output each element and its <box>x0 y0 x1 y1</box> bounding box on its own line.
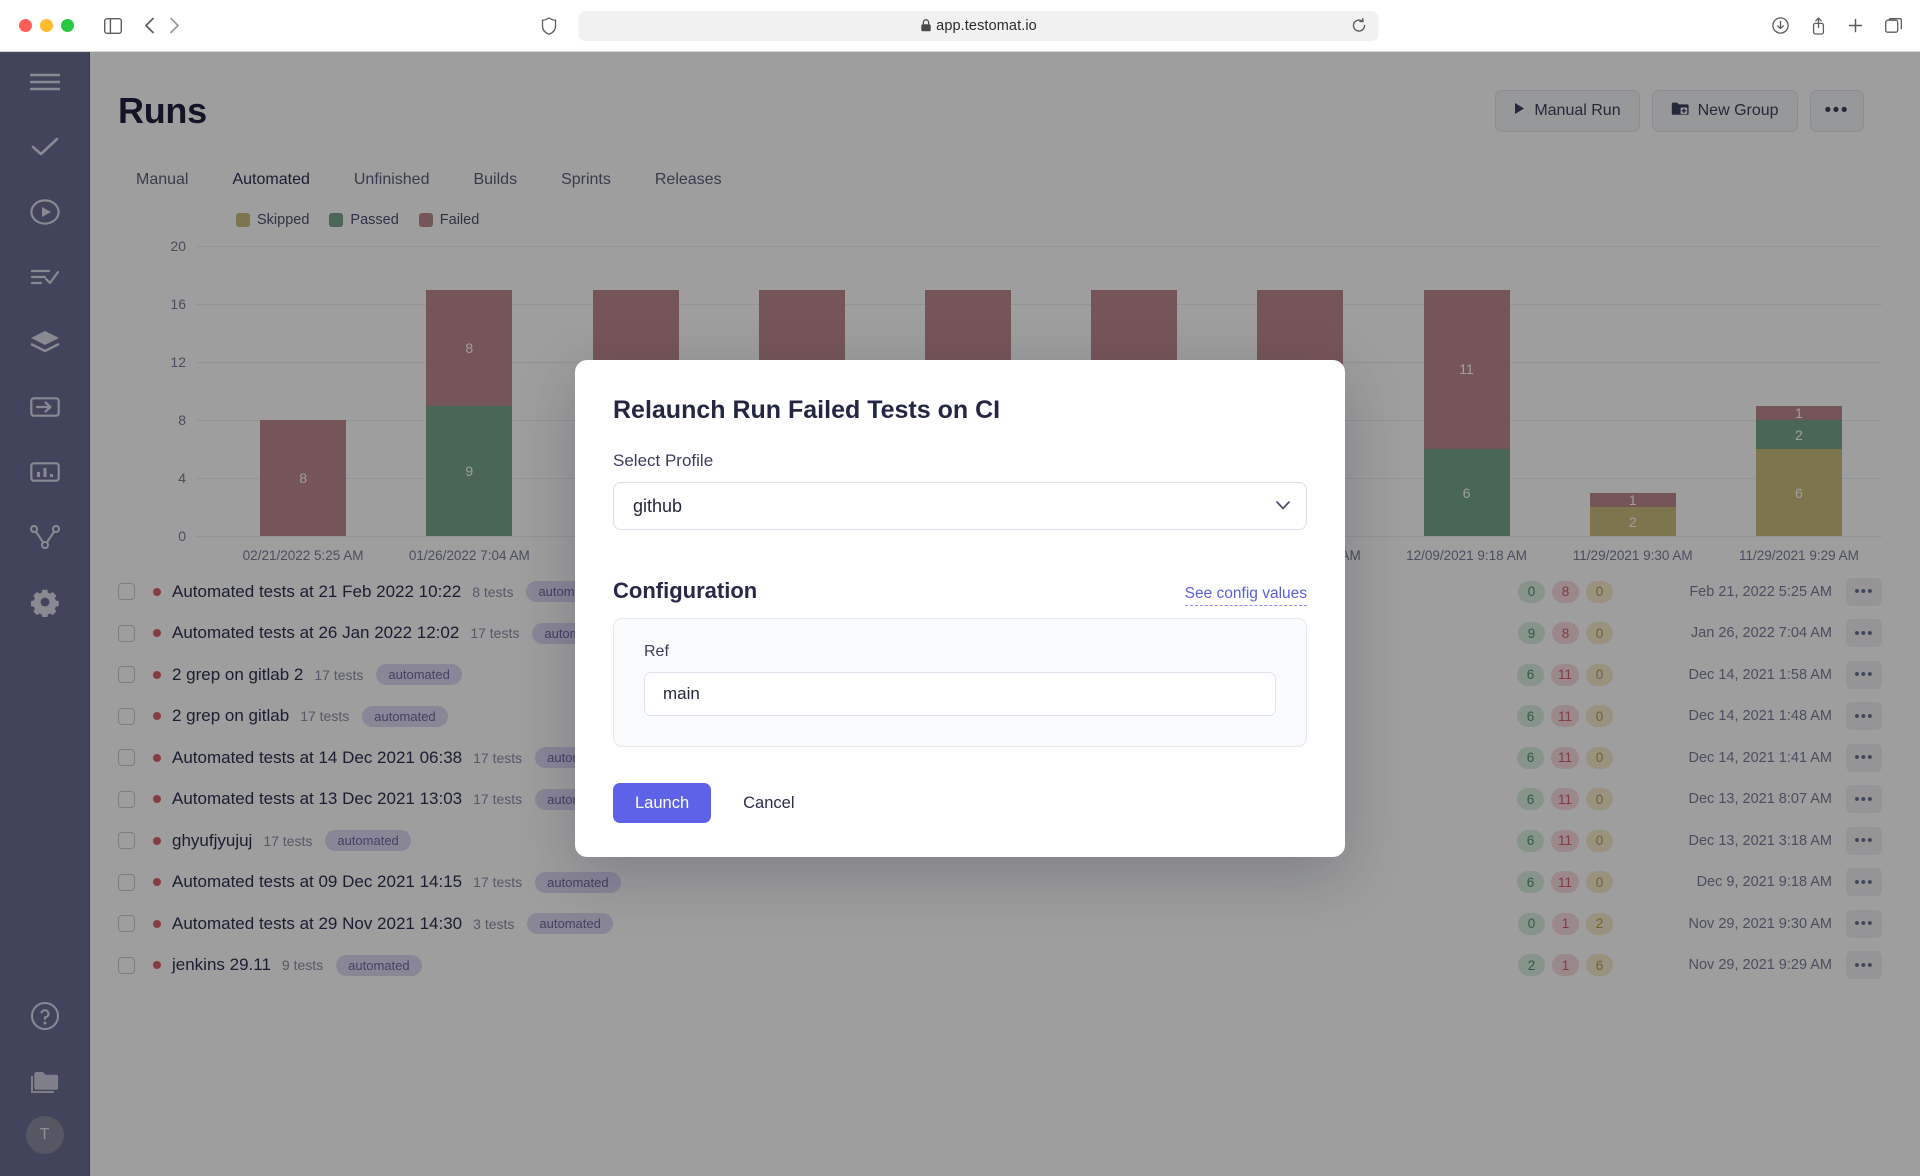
new-tab-icon[interactable] <box>1848 18 1863 33</box>
window-traffic-lights[interactable] <box>19 19 74 32</box>
configuration-header: Configuration See config values <box>613 578 1307 606</box>
maximize-window-button[interactable] <box>61 19 74 32</box>
shield-icon[interactable] <box>542 17 557 35</box>
tabs-overview-icon[interactable] <box>1885 18 1902 33</box>
cancel-button[interactable]: Cancel <box>721 783 816 823</box>
forward-icon[interactable] <box>169 17 180 34</box>
launch-button[interactable]: Launch <box>613 783 711 823</box>
profile-label: Select Profile <box>613 451 1307 471</box>
browser-chrome: app.testomat.io <box>0 0 1920 52</box>
back-icon[interactable] <box>144 17 155 34</box>
reload-icon[interactable] <box>1352 18 1367 33</box>
downloads-icon[interactable] <box>1772 17 1789 34</box>
share-icon[interactable] <box>1811 17 1826 35</box>
modal-title: Relaunch Run Failed Tests on CI <box>613 396 1307 425</box>
modal-actions: Launch Cancel <box>613 783 1307 823</box>
sidebar-toggle-icon[interactable] <box>104 18 122 34</box>
ref-input[interactable] <box>644 672 1276 716</box>
address-bar[interactable]: app.testomat.io <box>579 11 1379 41</box>
lock-icon <box>920 19 931 32</box>
profile-select[interactable]: github <box>613 482 1307 530</box>
relaunch-modal: Relaunch Run Failed Tests on CI Select P… <box>575 360 1345 857</box>
close-window-button[interactable] <box>19 19 32 32</box>
profile-select-wrap: github <box>613 482 1307 530</box>
configuration-box: Ref <box>613 618 1307 747</box>
see-config-values-link[interactable]: See config values <box>1185 585 1307 606</box>
address-bar-url: app.testomat.io <box>936 18 1037 34</box>
configuration-title: Configuration <box>613 578 757 604</box>
minimize-window-button[interactable] <box>40 19 53 32</box>
ref-label: Ref <box>644 643 1276 661</box>
